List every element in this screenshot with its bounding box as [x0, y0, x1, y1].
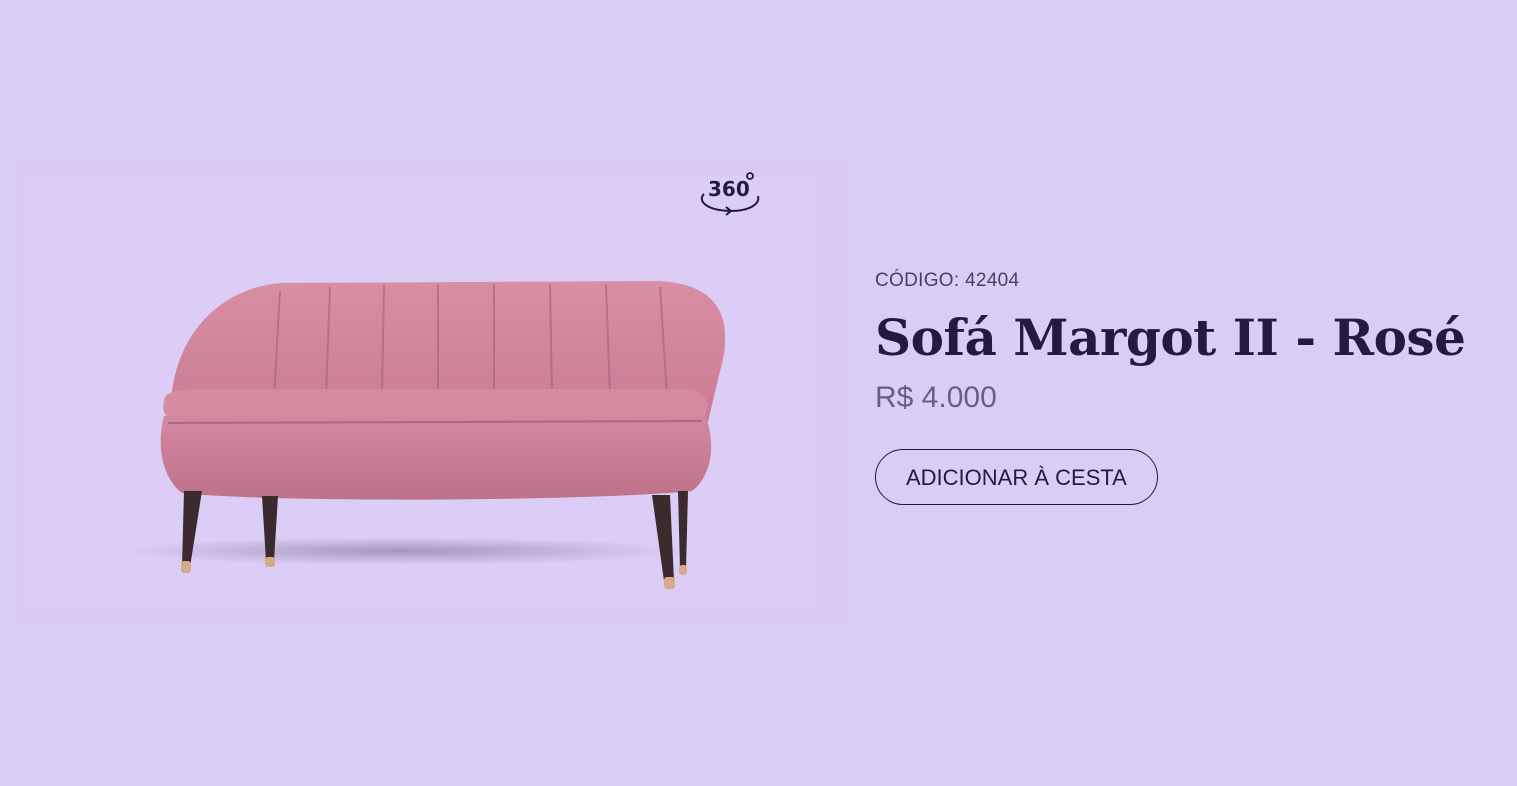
product-image-viewer[interactable]: 360	[12, 156, 852, 630]
product-code: CÓDIGO: 42404	[875, 270, 1020, 291]
sofa-image	[122, 281, 726, 589]
svg-text:360: 360	[708, 177, 750, 201]
product-price: R$ 4.000	[875, 381, 997, 414]
360-rotate-icon[interactable]: 360	[698, 168, 764, 218]
product-info: CÓDIGO: 42404 Sofá Margot II - Rosé R$ 4…	[875, 270, 1495, 505]
product-title: Sofá Margot II - Rosé	[875, 308, 1466, 367]
add-to-cart-button[interactable]: ADICIONAR À CESTA	[875, 449, 1158, 505]
